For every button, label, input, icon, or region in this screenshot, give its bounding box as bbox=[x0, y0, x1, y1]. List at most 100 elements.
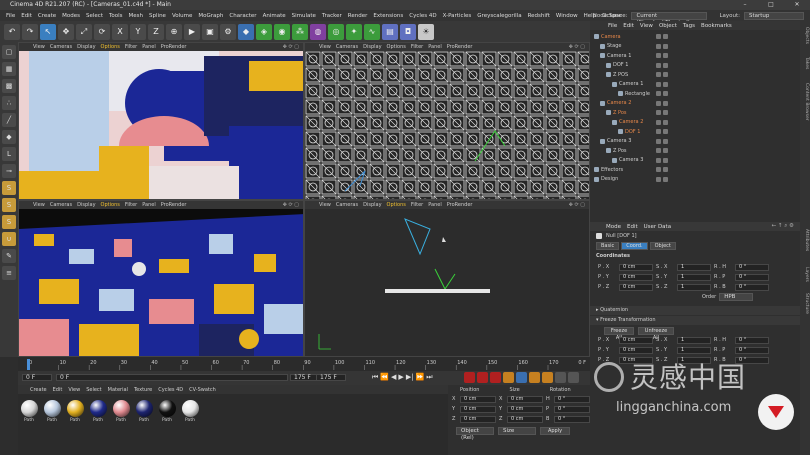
model-mode-icon[interactable]: ▢ bbox=[2, 45, 16, 59]
environment-icon[interactable]: ▤ bbox=[382, 23, 398, 40]
viewport-nav-icon[interactable]: ✥ ⟳ ▢ bbox=[569, 201, 585, 209]
object-row[interactable]: Z POS bbox=[590, 70, 810, 80]
freeze-section[interactable]: ▾ Freeze Transformation bbox=[590, 316, 800, 325]
viewport-front[interactable]: View Cameras Display Options Filter Pane… bbox=[304, 200, 590, 357]
redo-icon[interactable]: ↷ bbox=[22, 23, 38, 40]
attribute-field[interactable]: 0 cm bbox=[619, 336, 653, 344]
move-icon[interactable]: ✥ bbox=[58, 23, 74, 40]
vp-menu-display[interactable]: Display bbox=[77, 202, 95, 208]
layout-dropdown[interactable]: Startup bbox=[744, 11, 804, 20]
object-row[interactable]: Design bbox=[590, 175, 810, 185]
scale-key-icon[interactable] bbox=[516, 372, 527, 383]
mat-menu-cycles4d[interactable]: Cycles 4D bbox=[158, 387, 183, 393]
scale-icon[interactable]: ⤢ bbox=[76, 23, 92, 40]
mat-menu-cvswatch[interactable]: CV-Swatch bbox=[189, 387, 216, 393]
side-tab-layers[interactable]: Layers bbox=[804, 267, 809, 282]
menu-xparticles[interactable]: X-Particles bbox=[443, 13, 472, 19]
camera-icon[interactable]: ◘ bbox=[400, 23, 416, 40]
edges-mode-icon[interactable]: ╱ bbox=[2, 113, 16, 127]
vp-menu-display[interactable]: Display bbox=[77, 44, 95, 50]
visibility-flags[interactable] bbox=[656, 148, 668, 154]
side-tab-attributes[interactable]: Attributes bbox=[804, 229, 809, 251]
go-to-start-icon[interactable]: ⏮ bbox=[372, 373, 378, 382]
attribute-field[interactable]: 0 ° bbox=[735, 263, 769, 271]
vp-menu-panel[interactable]: Panel bbox=[428, 44, 442, 50]
side-tab-structure[interactable]: Structure bbox=[804, 293, 809, 314]
attribute-field[interactable]: 1 bbox=[677, 336, 711, 344]
object-row[interactable]: Camera 2 bbox=[590, 99, 810, 109]
field-icon[interactable]: ◎ bbox=[328, 23, 344, 40]
tab-coord[interactable]: Coord. bbox=[621, 241, 648, 250]
preview-start-field[interactable]: 0 F bbox=[56, 374, 288, 381]
menu-create[interactable]: Create bbox=[38, 13, 56, 19]
coord-field[interactable]: 0 cm bbox=[460, 395, 496, 403]
deformer-icon[interactable]: ◍ bbox=[310, 23, 326, 40]
menu-tracker[interactable]: Tracker bbox=[322, 13, 342, 19]
next-frame-icon[interactable]: ▶| bbox=[406, 373, 414, 382]
visibility-flags[interactable] bbox=[656, 91, 668, 97]
position-key-icon[interactable] bbox=[503, 372, 514, 383]
pla-key-icon[interactable] bbox=[555, 372, 566, 383]
vp-menu-panel[interactable]: Panel bbox=[142, 202, 156, 208]
am-menu-mode[interactable]: Mode bbox=[606, 224, 621, 230]
timeline-playhead[interactable] bbox=[27, 359, 30, 370]
object-row[interactable]: Camera bbox=[590, 32, 810, 42]
om-menu-tags[interactable]: Tags bbox=[683, 23, 695, 29]
vp-menu-view[interactable]: View bbox=[33, 202, 45, 208]
mat-menu-view[interactable]: View bbox=[68, 387, 80, 393]
vp-menu-cameras[interactable]: Cameras bbox=[336, 44, 358, 50]
viewport-nav-icon[interactable]: ✥ ⟳ ▢ bbox=[283, 201, 299, 209]
menu-window[interactable]: Window bbox=[556, 13, 578, 19]
side-tab-objects[interactable]: Objects bbox=[804, 27, 809, 44]
axis-y-icon[interactable]: Y bbox=[130, 23, 146, 40]
motion-icon[interactable] bbox=[568, 372, 579, 383]
solo-hierarchy-icon[interactable]: S bbox=[2, 198, 16, 212]
coord-field[interactable]: 0 ° bbox=[554, 395, 590, 403]
record-icon[interactable] bbox=[464, 372, 475, 383]
object-row[interactable]: Camera 1 bbox=[590, 51, 810, 61]
object-row[interactable]: DOF 1 bbox=[590, 127, 810, 137]
go-to-end-icon[interactable]: ⏭ bbox=[426, 373, 432, 382]
visibility-flags[interactable] bbox=[656, 81, 668, 87]
visibility-flags[interactable] bbox=[656, 138, 668, 144]
object-row[interactable]: Effectors bbox=[590, 165, 810, 175]
menu-select[interactable]: Select bbox=[86, 13, 103, 19]
attribute-field[interactable]: 1 bbox=[677, 283, 711, 291]
attribute-nav-icon[interactable]: ← ↑ ⌕ ⚙ bbox=[772, 223, 794, 230]
coord-size-dropdown[interactable]: Size bbox=[498, 427, 536, 435]
mat-menu-material[interactable]: Material bbox=[108, 387, 128, 393]
paint-icon[interactable]: ✎ bbox=[2, 249, 16, 263]
om-menu-file[interactable]: File bbox=[608, 23, 617, 29]
effector-icon[interactable]: ✦ bbox=[346, 23, 362, 40]
attribute-field[interactable]: 0 ° bbox=[735, 336, 769, 344]
viewport-top[interactable]: View Cameras Display Options Filter Pane… bbox=[304, 42, 590, 200]
vp-menu-panel[interactable]: Panel bbox=[428, 202, 442, 208]
am-menu-edit[interactable]: Edit bbox=[627, 224, 638, 230]
menu-cycles4d[interactable]: Cycles 4D bbox=[409, 13, 436, 19]
prev-frame-icon[interactable]: ◀ bbox=[391, 373, 396, 382]
material-swatch[interactable]: Path bbox=[20, 400, 38, 423]
render-settings-icon[interactable]: ⚙ bbox=[220, 23, 236, 40]
om-menu-bookmarks[interactable]: Bookmarks bbox=[701, 23, 732, 29]
om-menu-object[interactable]: Object bbox=[659, 23, 677, 29]
next-key-icon[interactable]: ⏩ bbox=[416, 373, 425, 382]
close-button[interactable]: ✕ bbox=[784, 0, 810, 10]
autokey-icon[interactable] bbox=[477, 372, 488, 383]
cube-icon[interactable]: ◆ bbox=[238, 23, 254, 40]
mat-menu-create[interactable]: Create bbox=[30, 387, 47, 393]
menu-mograph[interactable]: MoGraph bbox=[198, 13, 223, 19]
vp-menu-view[interactable]: View bbox=[319, 44, 331, 50]
visibility-flags[interactable] bbox=[656, 72, 668, 78]
material-swatch[interactable]: Path bbox=[66, 400, 84, 423]
solo-icon[interactable]: S bbox=[2, 181, 16, 195]
menu-render[interactable]: Render bbox=[348, 13, 368, 19]
vp-menu-prorender[interactable]: ProRender bbox=[447, 202, 473, 208]
object-row[interactable]: Camera 3 bbox=[590, 156, 810, 166]
play-icon[interactable]: ▶ bbox=[398, 373, 403, 382]
material-swatch[interactable]: Path bbox=[112, 400, 130, 423]
rotate-icon[interactable]: ⟳ bbox=[94, 23, 110, 40]
coord-system-icon[interactable]: ⊕ bbox=[166, 23, 182, 40]
solo-off-icon[interactable]: S bbox=[2, 215, 16, 229]
coord-field[interactable]: 0 cm bbox=[507, 415, 543, 423]
visibility-flags[interactable] bbox=[656, 53, 668, 59]
